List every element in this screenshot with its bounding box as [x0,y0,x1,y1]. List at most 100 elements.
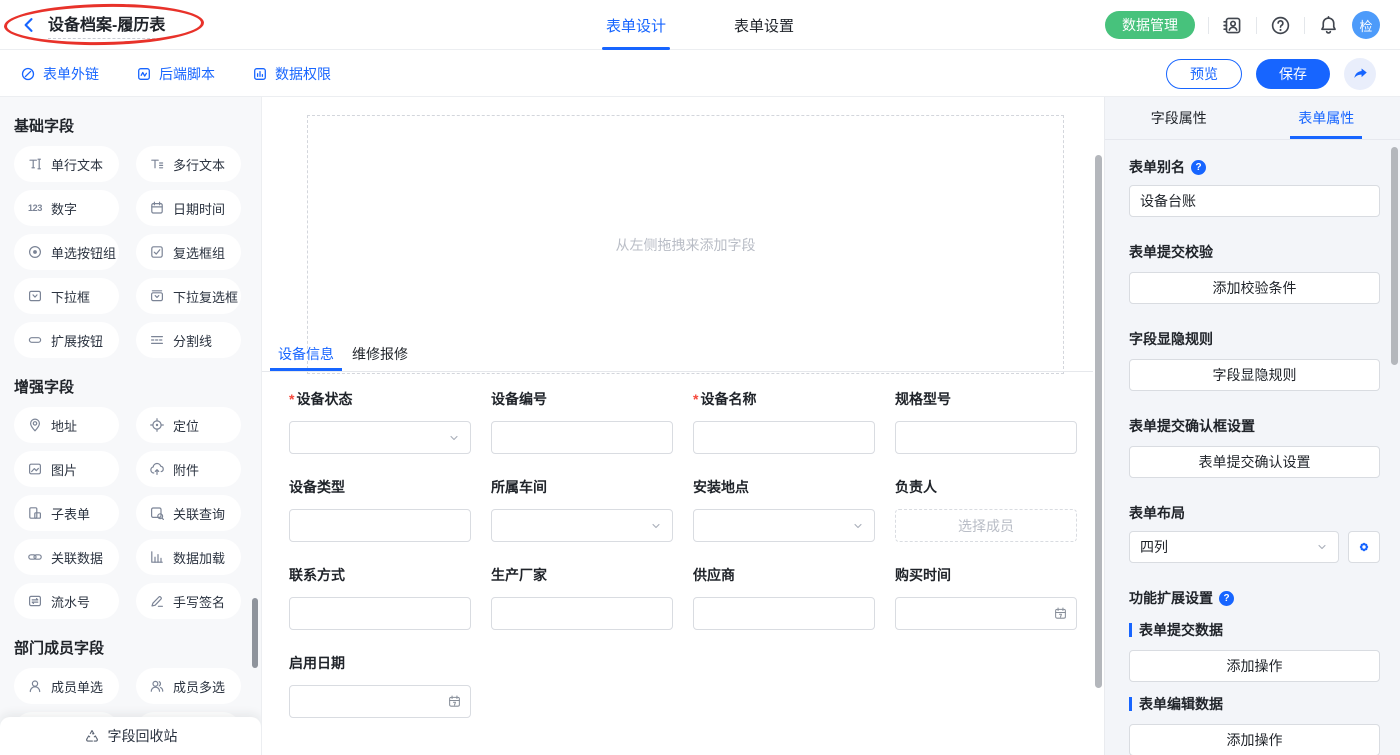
help-icon[interactable] [1270,15,1291,36]
palette-item-关联数据[interactable]: 关联数据 [14,539,119,575]
extension-group-表单提交数据: 表单提交数据添加操作 [1129,620,1380,682]
palette-item-数字[interactable]: 123数字 [14,190,119,226]
property-panel-body: 表单别名 ? 设备台账 表单提交校验添加校验条件字段显隐规则字段显隐规则表单提交… [1105,140,1400,755]
palette-item-附件[interactable]: 附件 [136,451,241,487]
extension-group-label: 表单提交数据 [1129,620,1380,640]
toolbar-link-数据权限[interactable]: 数据权限 [252,64,331,84]
date-input-购买时间[interactable] [895,597,1077,630]
member-picker-负责人[interactable]: 选择成员 [895,509,1077,542]
field-label-text: 购买时间 [895,565,951,585]
palette-item-多行文本[interactable]: 多行文本 [136,146,241,182]
palette-item-下拉复选框[interactable]: 下拉复选框 [136,278,241,314]
preview-button[interactable]: 预览 [1166,59,1242,89]
data-manage-button[interactable]: 数据管理 [1105,11,1195,39]
field-label: 所属车间 [491,477,673,497]
palette-item-下拉框[interactable]: 下拉框 [14,278,119,314]
field-dropzone[interactable]: 从左侧拖拽来添加字段 [307,115,1064,374]
panel-tab-字段属性[interactable]: 字段属性 [1105,97,1253,139]
palette-item-label: 单行文本 [51,155,103,174]
text-input-联系方式[interactable] [289,597,471,630]
字段显隐规则-button[interactable]: 字段显隐规则 [1129,359,1380,391]
question-icon[interactable]: ? [1219,591,1234,606]
toolbar-link-表单外链[interactable]: 表单外链 [20,64,99,84]
添加操作-button[interactable]: 添加操作 [1129,724,1380,755]
form-toolbar: 表单外链 后端脚本 数据权限 预览 保存 [0,50,1400,97]
header-tab-表单设置[interactable]: 表单设置 [734,0,794,50]
form-alias-input[interactable]: 设备台账 [1129,185,1380,217]
palette-item-成员单选[interactable]: 成员单选 [14,668,119,704]
select-所属车间[interactable] [491,509,673,542]
text-input-设备编号[interactable] [491,421,673,454]
form-field-规格型号: 规格型号 [895,389,1077,454]
layout-settings-button[interactable] [1348,531,1380,563]
field-label: 供应商 [693,565,875,585]
canvas-scrollbar[interactable] [1095,155,1102,688]
palette-item-扩展按钮[interactable]: 扩展按钮 [14,322,119,358]
palette-item-数据加载[interactable]: 数据加载 [136,539,241,575]
palette-item-关联查询[interactable]: 关联查询 [136,495,241,531]
field-label-text: 设备状态 [296,389,352,409]
panel-tab-表单属性[interactable]: 表单属性 [1253,97,1400,139]
gear-icon [1356,539,1372,555]
palette-item-流水号[interactable]: 流水号 [14,583,119,619]
member-single-icon [27,678,43,694]
palette-item-手写签名[interactable]: 手写签名 [136,583,241,619]
palette-item-单选按钮组[interactable]: 单选按钮组 [14,234,119,270]
field-label: 负责人 [895,477,1077,497]
permission-icon [252,66,268,82]
palette-item-成员多选[interactable]: 成员多选 [136,668,241,704]
canvas-tab-维修报修[interactable]: 维修报修 [352,336,408,371]
palette-item-地址[interactable]: 地址 [14,407,119,443]
chevron-down-icon [649,519,663,533]
palette-item-子表单[interactable]: 子表单 [14,495,119,531]
canvas-tabs: 设备信息维修报修 [278,336,408,371]
select-设备状态[interactable] [289,421,471,454]
sidebar-scrollbar[interactable] [252,598,258,668]
text-input-设备名称[interactable] [693,421,875,454]
contacts-icon[interactable] [1222,15,1243,36]
avatar[interactable]: 检 [1352,11,1380,39]
lookup-icon [149,505,165,521]
palette-item-复选框组[interactable]: 复选框组 [136,234,241,270]
表单提交确认设置-button[interactable]: 表单提交确认设置 [1129,446,1380,478]
palette-item-日期时间[interactable]: 日期时间 [136,190,241,226]
form-field-启用日期: 启用日期 [289,653,471,718]
palette-item-单行文本[interactable]: 单行文本 [14,146,119,182]
checkbox-icon [149,244,165,260]
toolbar-link-后端脚本[interactable]: 后端脚本 [136,64,215,84]
question-icon[interactable]: ? [1191,160,1206,175]
form-layout-select[interactable]: 四列 [1129,531,1339,563]
palette-item-定位[interactable]: 定位 [136,407,241,443]
text-input-供应商[interactable] [693,597,875,630]
palette-item-分割线[interactable]: 分割线 [136,322,241,358]
palette-item-图片[interactable]: 图片 [14,451,119,487]
添加操作-button[interactable]: 添加操作 [1129,650,1380,682]
text-input-生产厂家[interactable] [491,597,673,630]
canvas-tab-设备信息[interactable]: 设备信息 [278,336,334,371]
inspector-section-label: 字段显隐规则 [1129,329,1380,349]
palette-item-label: 图片 [51,460,77,479]
field-label: *设备状态 [289,389,471,409]
share-button[interactable] [1344,58,1376,90]
text-input-规格型号[interactable] [895,421,1077,454]
recycle-bin-label: 字段回收站 [108,726,178,746]
date-input-启用日期[interactable] [289,685,471,718]
toolbar-link-label: 后端脚本 [159,64,215,84]
extension-group-label-text: 表单编辑数据 [1139,694,1223,714]
添加校验条件-button[interactable]: 添加校验条件 [1129,272,1380,304]
form-layout-label: 表单布局 [1129,503,1185,523]
bell-icon[interactable] [1318,15,1339,36]
header-tab-表单设计[interactable]: 表单设计 [606,0,666,50]
select-安装地点[interactable] [693,509,875,542]
panel-scrollbar[interactable] [1391,147,1398,365]
field-recycle-bin[interactable]: 字段回收站 [0,717,261,755]
blue-bar [1129,697,1132,711]
address-icon [27,417,43,433]
save-button[interactable]: 保存 [1256,59,1330,89]
form-alias-label: 表单别名 [1129,157,1185,177]
member-multi-icon [149,678,165,694]
inspector-section-表单提交校验: 表单提交校验添加校验条件 [1129,242,1380,304]
text-input-设备类型[interactable] [289,509,471,542]
calendar-icon [1053,606,1068,621]
subform-icon [27,505,43,521]
